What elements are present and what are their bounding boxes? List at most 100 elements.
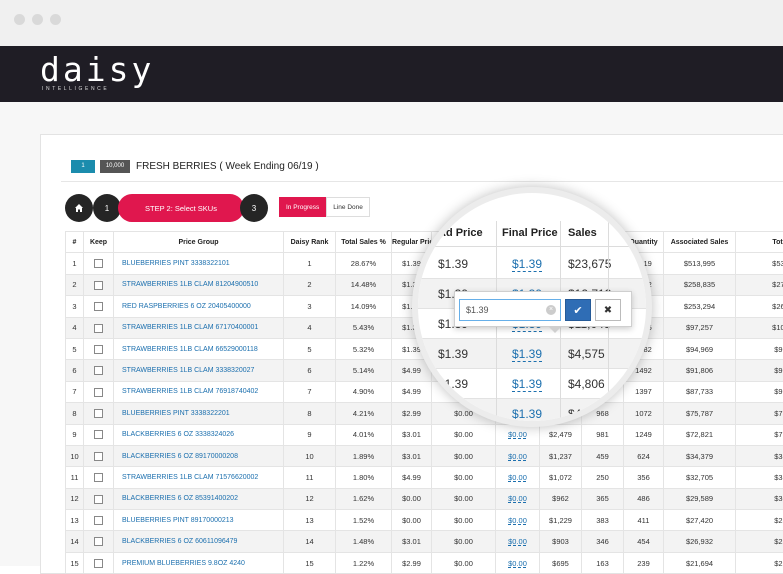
column-header[interactable]: Total <box>736 232 783 253</box>
in-progress-button[interactable]: In Progress <box>279 197 326 217</box>
row-number: 10 <box>66 445 84 466</box>
clear-icon[interactable]: × <box>546 305 556 315</box>
ad-price: $0.00 <box>432 531 496 552</box>
keep-cell <box>84 424 114 445</box>
final-price-link[interactable]: $0.00 <box>496 510 540 531</box>
zoom-ad-price: $1.39 <box>438 257 468 271</box>
zoom-final-price-link[interactable]: $1.39 <box>512 407 542 422</box>
price-group-link[interactable]: PREMIUM BLUEBERRIES 9.8OZ 4240 <box>114 552 284 573</box>
price-group-link[interactable]: STRAWBERRIES 1LB CLAM 81204900510 <box>114 274 284 295</box>
ad-price: $0.00 <box>432 467 496 488</box>
column-header[interactable]: # <box>66 232 84 253</box>
keep-checkbox[interactable] <box>94 324 103 333</box>
price-group-link[interactable]: STRAWBERRIES 1LB CLAM 76918740402 <box>114 381 284 402</box>
window-maximize-dot[interactable] <box>50 14 61 25</box>
row-number: 1 <box>66 253 84 274</box>
quantity: 356 <box>624 467 664 488</box>
column-header[interactable]: Keep <box>84 232 114 253</box>
selected-count-badge: 1 <box>71 160 95 173</box>
step-3[interactable]: 3 <box>240 194 268 222</box>
cancel-price-button[interactable]: ✖ <box>595 299 621 321</box>
keep-checkbox[interactable] <box>94 281 103 290</box>
final-price-link[interactable]: $0.00 <box>496 445 540 466</box>
keep-checkbox[interactable] <box>94 473 103 482</box>
final-price-link[interactable]: $0.00 <box>496 552 540 573</box>
price-group-link[interactable]: STRAWBERRIES 1LB CLAM 71576620002 <box>114 467 284 488</box>
page-title: FRESH BERRIES ( Week Ending 06/19 ) <box>136 161 319 172</box>
sales: $695 <box>540 552 582 573</box>
keep-checkbox[interactable] <box>94 388 103 397</box>
keep-checkbox[interactable] <box>94 537 103 546</box>
keep-checkbox[interactable] <box>94 366 103 375</box>
table-row: 13BLUEBERRIES PINT 89170000213131.52%$0.… <box>66 510 783 531</box>
window-chrome <box>0 0 783 46</box>
column-header[interactable]: Daisy Rank <box>284 232 336 253</box>
step-1[interactable]: 1 <box>93 194 121 222</box>
column-header[interactable]: Associated Sales <box>664 232 736 253</box>
keep-checkbox[interactable] <box>94 259 103 268</box>
price-group-link[interactable]: BLUEBERRIES PINT 3338322201 <box>114 403 284 424</box>
zoom-final-price-link[interactable]: $1.39 <box>512 347 542 362</box>
price-group-link[interactable]: BLACKBERRIES 6 OZ 3338324026 <box>114 424 284 445</box>
daisy-rank: 13 <box>284 510 336 531</box>
close-icon: ✖ <box>604 305 612 316</box>
zoom-sales: $4,575 <box>568 347 605 361</box>
zoom-cell: $1.39 <box>512 347 542 361</box>
quantity: 486 <box>624 488 664 509</box>
daisy-rank: 1 <box>284 253 336 274</box>
total: $33 <box>736 467 783 488</box>
keep-checkbox[interactable] <box>94 409 103 418</box>
keep-checkbox[interactable] <box>94 559 103 568</box>
price-group-link[interactable]: BLACKBERRIES 6 OZ 85391400202 <box>114 488 284 509</box>
keep-cell <box>84 510 114 531</box>
regular-price: $3.01 <box>392 445 432 466</box>
keep-checkbox[interactable] <box>94 430 103 439</box>
transactions: 459 <box>582 445 624 466</box>
quantity: 1249 <box>624 424 664 445</box>
home-icon <box>74 203 84 213</box>
price-group-link[interactable]: BLUEBERRIES PINT 3338322101 <box>114 253 284 274</box>
confirm-price-button[interactable]: ✔ <box>565 299 591 321</box>
price-group-link[interactable]: BLACKBERRIES 6 OZ 60611096479 <box>114 531 284 552</box>
keep-checkbox[interactable] <box>94 302 103 311</box>
keep-checkbox[interactable] <box>94 495 103 504</box>
associated-sales: $72,821 <box>664 424 736 445</box>
window-close-dot[interactable] <box>14 14 25 25</box>
price-group-link[interactable]: STRAWBERRIES 1LB CLAM 67170400001 <box>114 317 284 338</box>
column-header[interactable]: Price Group <box>114 232 284 253</box>
price-group-link[interactable]: STRAWBERRIES 1LB CLAM 3338320027 <box>114 360 284 381</box>
window-minimize-dot[interactable] <box>32 14 43 25</box>
associated-sales: $75,787 <box>664 403 736 424</box>
price-input[interactable]: $1.39 × <box>459 299 561 321</box>
row-number: 9 <box>66 424 84 445</box>
home-step[interactable] <box>65 194 93 222</box>
zoom-final-price-link[interactable]: $1.39 <box>512 377 542 392</box>
column-header[interactable]: Total Sales % <box>336 232 392 253</box>
keep-checkbox[interactable] <box>94 516 103 525</box>
transactions: 383 <box>582 510 624 531</box>
daisy-logo[interactable]: daisy <box>40 50 154 89</box>
final-price-link[interactable]: $0.00 <box>496 488 540 509</box>
price-group-link[interactable]: BLUEBERRIES PINT 89170000213 <box>114 510 284 531</box>
daisy-rank: 5 <box>284 338 336 359</box>
final-price-link[interactable]: $0.00 <box>496 467 540 488</box>
row-number: 4 <box>66 317 84 338</box>
keep-cell <box>84 381 114 402</box>
zoom-row: $1.39$1.39$4,575 <box>418 339 652 369</box>
daisy-rank: 3 <box>284 296 336 317</box>
quantity: 411 <box>624 510 664 531</box>
total: $277 <box>736 274 783 295</box>
price-group-link[interactable]: STRAWBERRIES 1LB CLAM 66529000118 <box>114 338 284 359</box>
line-done-button[interactable]: Line Done <box>326 197 370 217</box>
price-group-link[interactable]: BLACKBERRIES 6 OZ 89170000208 <box>114 445 284 466</box>
keep-checkbox[interactable] <box>94 452 103 461</box>
price-group-link[interactable]: RED RASPBERRIES 6 OZ 20405400000 <box>114 296 284 317</box>
zoom-cell: $1.39 <box>512 257 542 271</box>
final-price-link[interactable]: $0.00 <box>496 531 540 552</box>
total: $78 <box>736 403 783 424</box>
final-price-link[interactable]: $0.00 <box>496 424 540 445</box>
keep-checkbox[interactable] <box>94 345 103 354</box>
step-2-active[interactable]: STEP 2: Select SKUs <box>118 194 244 222</box>
zoom-final-price-link[interactable]: $1.39 <box>512 257 542 272</box>
price-input-value: $1.39 <box>466 305 489 315</box>
